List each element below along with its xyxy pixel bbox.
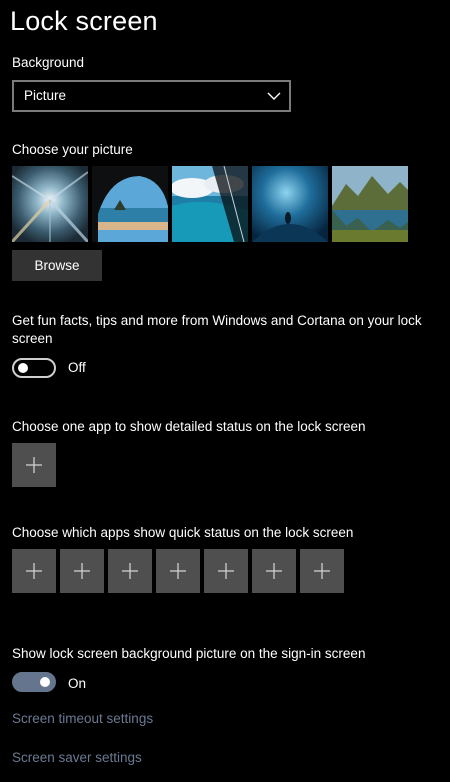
screen-saver-settings-link[interactable]: Screen saver settings bbox=[12, 750, 142, 765]
picture-thumbnails bbox=[12, 166, 408, 242]
plus-icon bbox=[122, 563, 138, 579]
plus-icon bbox=[266, 563, 282, 579]
screen-timeout-settings-link[interactable]: Screen timeout settings bbox=[12, 711, 153, 726]
signin-background-label: Show lock screen background picture on t… bbox=[12, 646, 366, 661]
picture-thumbnail-3[interactable] bbox=[172, 166, 248, 242]
quick-status-app-button-1[interactable] bbox=[12, 549, 56, 593]
picture-thumbnail-2[interactable] bbox=[92, 166, 168, 242]
quick-status-app-button-4[interactable] bbox=[156, 549, 200, 593]
quick-status-apps bbox=[12, 549, 344, 593]
plus-icon bbox=[314, 563, 330, 579]
plus-icon bbox=[74, 563, 90, 579]
background-dropdown[interactable]: Picture bbox=[12, 80, 291, 112]
plus-icon bbox=[218, 563, 234, 579]
quick-status-app-button-2[interactable] bbox=[60, 549, 104, 593]
quick-status-app-button-7[interactable] bbox=[300, 549, 344, 593]
picture-thumbnail-4[interactable] bbox=[252, 166, 328, 242]
lock-screen-settings-page: Lock screen Background Picture Choose yo… bbox=[0, 0, 450, 782]
chevron-down-icon bbox=[267, 89, 281, 103]
quick-status-label: Choose which apps show quick status on t… bbox=[12, 525, 354, 540]
page-title: Lock screen bbox=[10, 6, 158, 36]
fun-facts-toggle-state: Off bbox=[68, 360, 86, 375]
quick-status-app-button-3[interactable] bbox=[108, 549, 152, 593]
fun-facts-label: Get fun facts, tips and more from Window… bbox=[12, 313, 422, 346]
plus-icon bbox=[26, 457, 42, 473]
detailed-status-app-button[interactable] bbox=[12, 443, 56, 487]
browse-button[interactable]: Browse bbox=[12, 250, 102, 281]
detailed-status-label: Choose one app to show detailed status o… bbox=[12, 419, 366, 434]
choose-picture-label: Choose your picture bbox=[12, 142, 133, 157]
toggle-knob bbox=[18, 363, 28, 373]
signin-background-toggle-state: On bbox=[68, 676, 87, 691]
signin-background-toggle[interactable] bbox=[12, 672, 56, 692]
picture-thumbnail-1[interactable] bbox=[12, 166, 88, 242]
toggle-knob bbox=[40, 677, 50, 687]
picture-thumbnail-5[interactable] bbox=[332, 166, 408, 242]
background-dropdown-value: Picture bbox=[24, 88, 67, 103]
quick-status-app-button-5[interactable] bbox=[204, 549, 248, 593]
plus-icon bbox=[170, 563, 186, 579]
quick-status-app-button-6[interactable] bbox=[252, 549, 296, 593]
plus-icon bbox=[26, 563, 42, 579]
fun-facts-toggle[interactable] bbox=[12, 358, 56, 378]
background-label: Background bbox=[12, 55, 85, 70]
